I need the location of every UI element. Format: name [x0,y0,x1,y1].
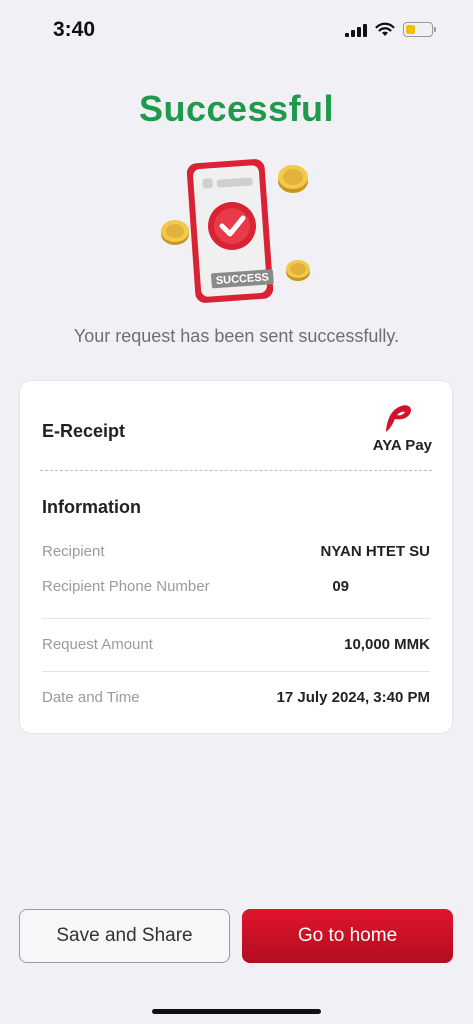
aya-pay-logo: AYA Pay [362,403,432,455]
dashed-divider [40,470,432,471]
aya-pay-logo-icon [386,405,412,432]
request-amount-label: Request Amount [42,636,153,653]
coin-icon [286,260,310,281]
status-bar: 3:40 [0,0,473,60]
go-to-home-button[interactable]: Go to home [242,909,453,963]
date-time-label: Date and Time [42,689,140,706]
recipient-label: Recipient [42,543,105,560]
battery-icon [403,22,436,37]
recipient-phone-label: Recipient Phone Number [42,578,210,595]
e-receipt-card: E-Receipt AYA Pay Information Recipient … [19,380,453,734]
coin-icon [278,165,308,193]
save-and-share-button[interactable]: Save and Share [19,909,230,963]
receipt-title: E-Receipt [42,421,126,441]
cellular-signal-icon [345,23,367,37]
status-message: Your request has been sent successfully. [73,326,400,346]
wifi-icon [375,22,395,36]
information-heading: Information [42,497,141,517]
recipient-phone-value: 09 [332,578,349,595]
success-illustration: SUCCESS [150,155,320,305]
aya-pay-label: AYA Pay [372,437,432,454]
coin-icon [161,220,189,245]
divider [42,618,430,619]
page-title: Successful [138,88,335,129]
divider [42,671,430,672]
request-amount-value: 10,000 MMK [344,636,430,653]
status-icons [345,22,436,37]
date-time-value: 17 July 2024, 3:40 PM [276,689,430,706]
home-indicator[interactable] [152,1009,321,1014]
recipient-value: NYAN HTET SU [320,543,430,560]
status-time: 3:40 [53,18,96,41]
